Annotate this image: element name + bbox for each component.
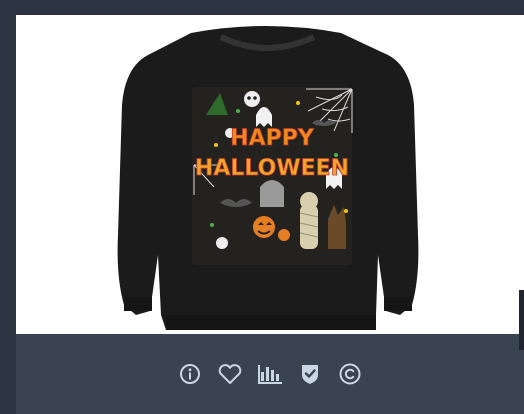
heart-icon — [218, 364, 242, 384]
favorite-button[interactable] — [214, 358, 246, 390]
sweater-illustration: HAPPY HALLOWEEN — [117, 26, 419, 330]
bar-chart-icon — [258, 365, 282, 384]
shield-check-icon — [302, 365, 318, 384]
copyright-icon — [339, 363, 361, 385]
product-image[interactable]: HAPPY HALLOWEEN — [16, 15, 524, 334]
scrollbar[interactable] — [519, 290, 524, 350]
stats-button[interactable] — [254, 358, 286, 390]
copyright-button[interactable] — [334, 358, 366, 390]
info-icon — [180, 364, 200, 384]
print-line-2: HALLOWEEN — [195, 156, 349, 181]
info-button[interactable] — [174, 358, 206, 390]
action-toolbar — [16, 334, 524, 414]
verified-button[interactable] — [294, 358, 326, 390]
product-card: HAPPY HALLOWEEN — [16, 15, 524, 414]
print-line-1: HAPPY — [230, 126, 315, 151]
